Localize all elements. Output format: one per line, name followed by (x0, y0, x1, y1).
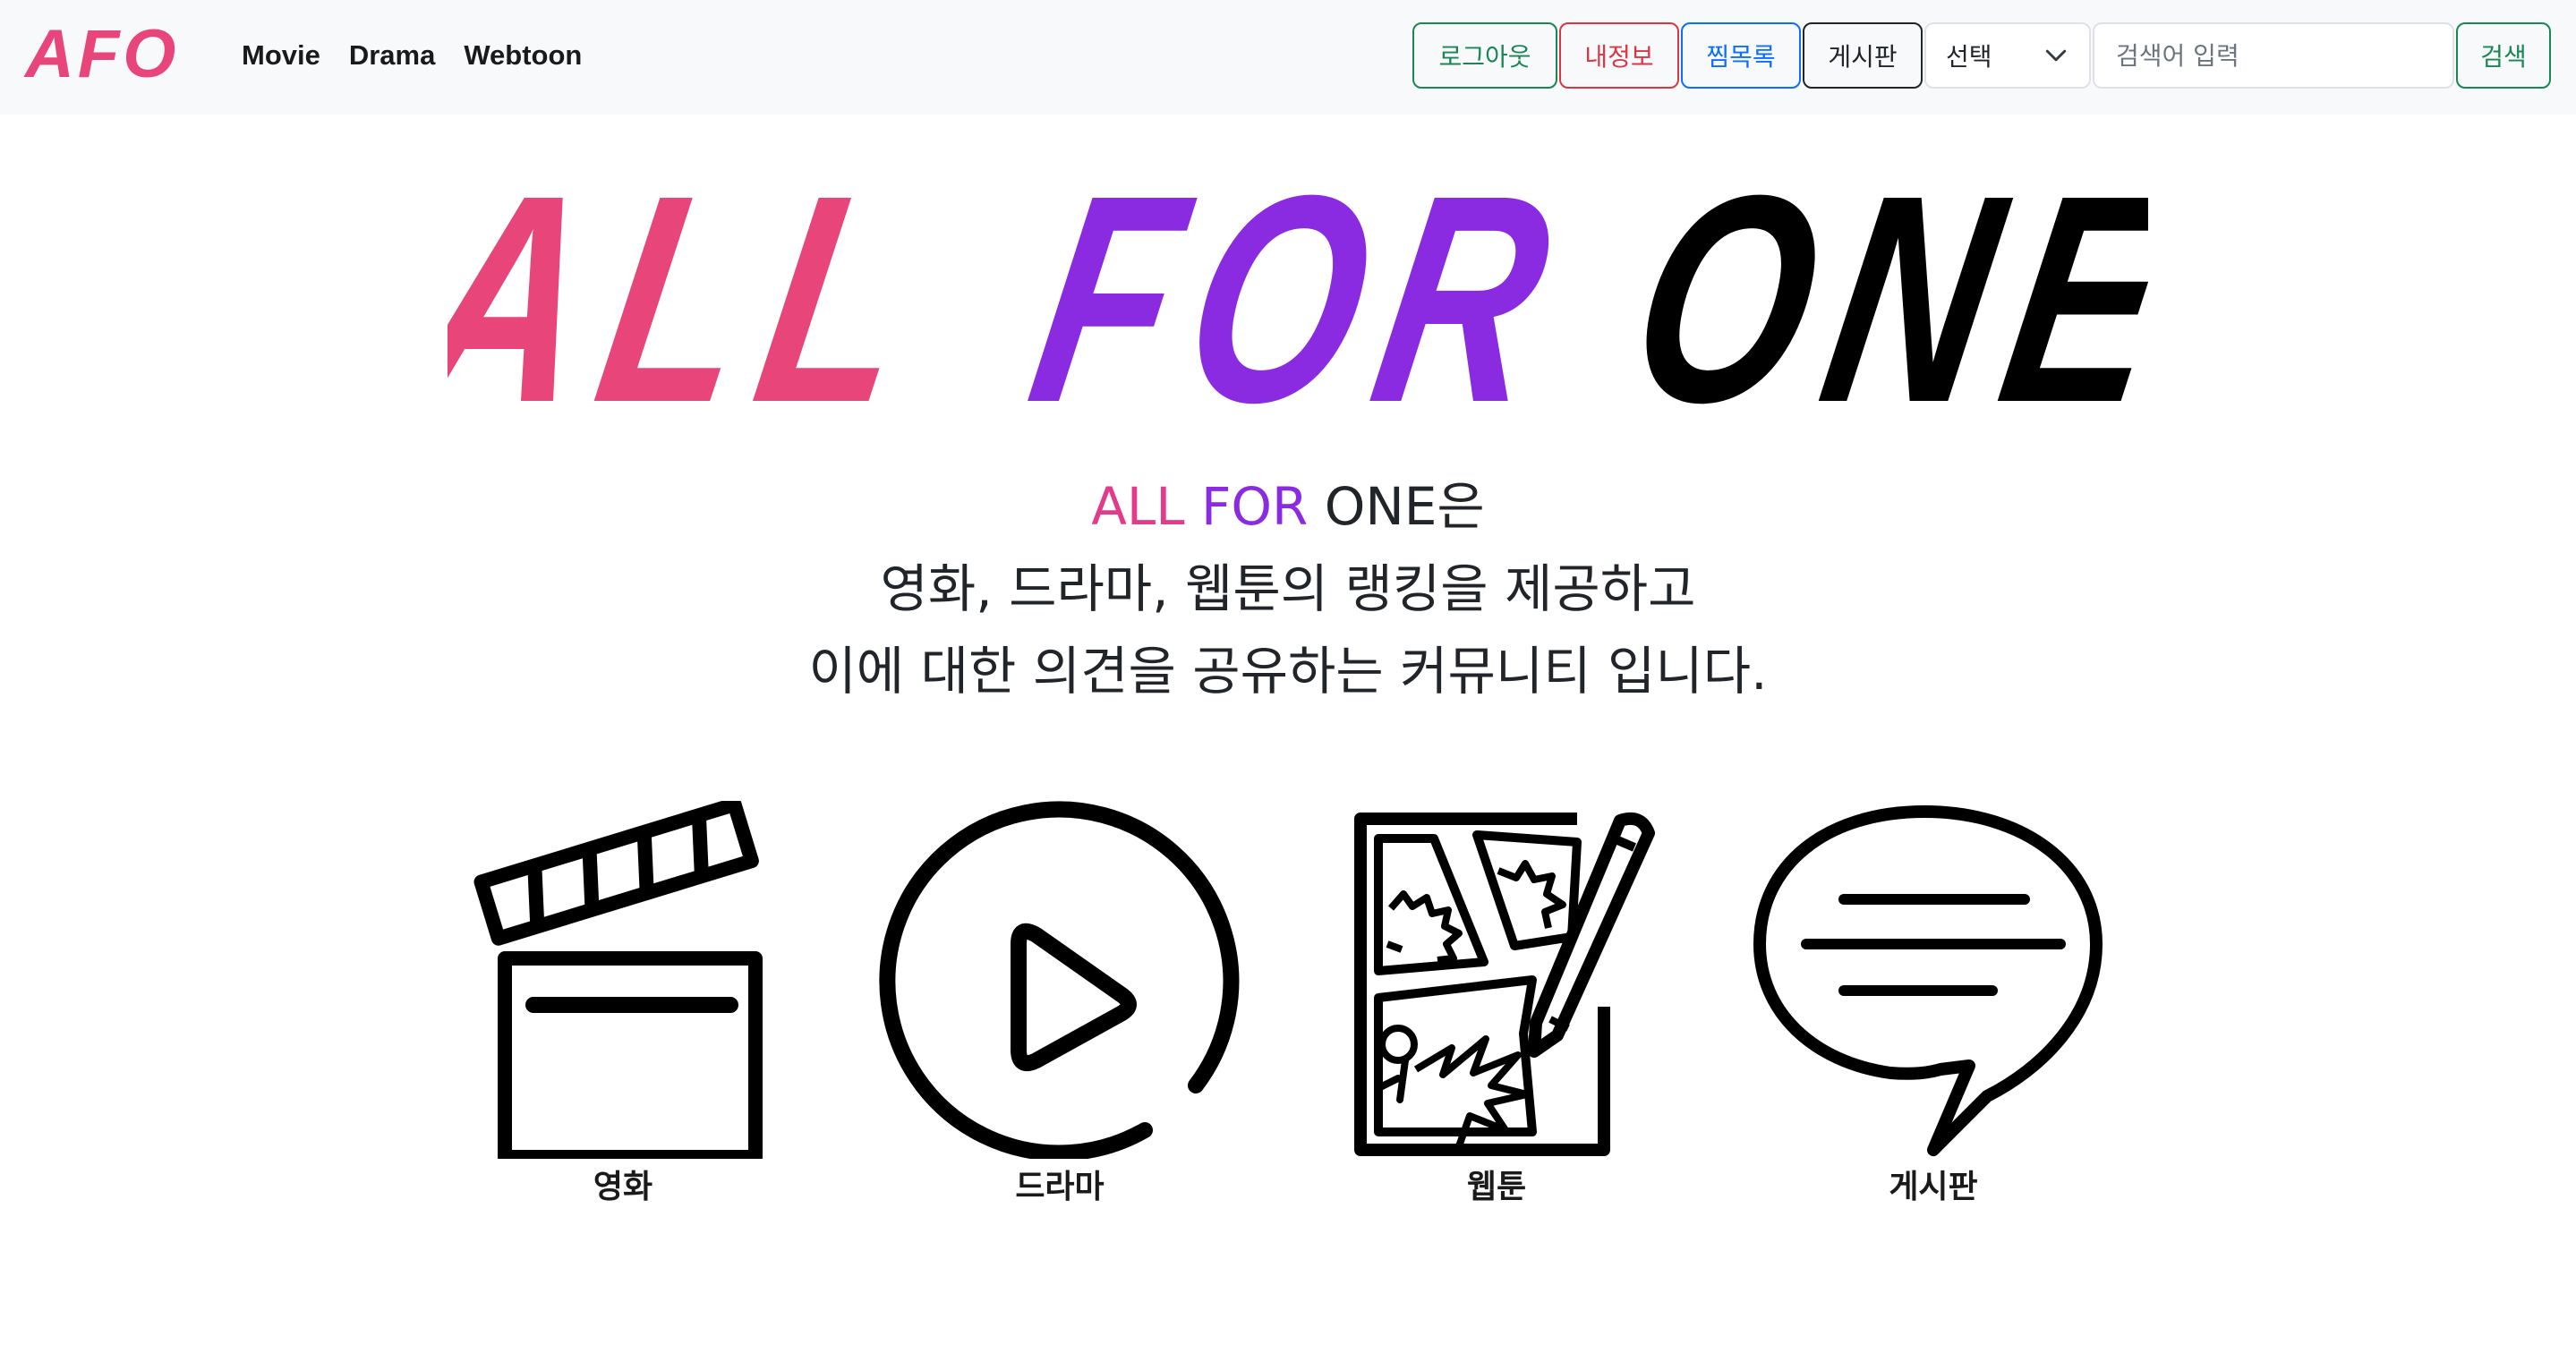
category-drama-label: 드라마 (1015, 1169, 1105, 1205)
category-webtoon[interactable]: 웹툰 (1309, 801, 1685, 1213)
nav-link-webtoon[interactable]: Webtoon (464, 34, 582, 77)
nav-link-movie[interactable]: Movie (242, 34, 320, 77)
play-circle-icon (879, 801, 1240, 1159)
speech-bubble-icon (1753, 805, 2103, 1156)
hero-logo: ALL FOR ONE (448, 166, 2148, 417)
category-board[interactable]: 게시판 (1745, 801, 2121, 1213)
intro-line-2: 영화, 드라마, 웹툰의 랭킹을 제공하고 (880, 558, 1696, 619)
search-button[interactable]: 검색 (2456, 22, 2551, 89)
logout-button[interactable]: 로그아웃 (1412, 22, 1557, 89)
brand-logo[interactable]: AFO (25, 14, 179, 95)
intro-line-3: 이에 대한 의견을 공유하는 커뮤니티 입니다. (808, 641, 1768, 702)
category-webtoon-label: 웹툰 (1466, 1169, 1527, 1205)
clapperboard-icon (473, 801, 763, 1159)
intro-text: ALL FOR ONE은 영화, 드라마, 웹툰의 랭킹을 제공하고 이에 대한… (0, 465, 2576, 712)
wishlist-button[interactable]: 찜목록 (1681, 22, 1801, 89)
hero-logo-word-one: ONE (1612, 166, 2148, 417)
top-navbar: AFO Movie Drama Webtoon 로그아웃 내정보 찜목록 게시판… (0, 0, 2576, 115)
intro-all: ALL (1091, 476, 1185, 537)
category-board-label: 게시판 (1889, 1169, 1978, 1205)
comic-pencil-icon (1354, 812, 1655, 1156)
intro-for: FOR (1200, 476, 1309, 537)
nav-links: Movie Drama Webtoon (242, 34, 582, 77)
nav-actions: 로그아웃 내정보 찜목록 게시판 선택 검색 (1412, 21, 2551, 89)
board-button[interactable]: 게시판 (1803, 22, 1923, 89)
search-input[interactable] (2093, 22, 2454, 89)
intro-line-1: ALL FOR ONE은 (0, 465, 2576, 548)
hero-logo-word-for: FOR (1012, 166, 1590, 417)
hero-logo-word-all: ALL (448, 166, 954, 417)
category-drama[interactable]: 드라마 (872, 801, 1248, 1213)
category-movie-label: 영화 (593, 1169, 653, 1205)
category-select-value: 선택 (1946, 42, 1992, 72)
nav-link-drama[interactable]: Drama (349, 34, 436, 77)
category-movie[interactable]: 영화 (435, 801, 811, 1213)
my-info-button[interactable]: 내정보 (1559, 22, 1679, 89)
intro-one: ONE은 (1324, 476, 1485, 537)
chevron-down-icon (2045, 49, 2067, 62)
category-select[interactable]: 선택 (1924, 22, 2091, 89)
